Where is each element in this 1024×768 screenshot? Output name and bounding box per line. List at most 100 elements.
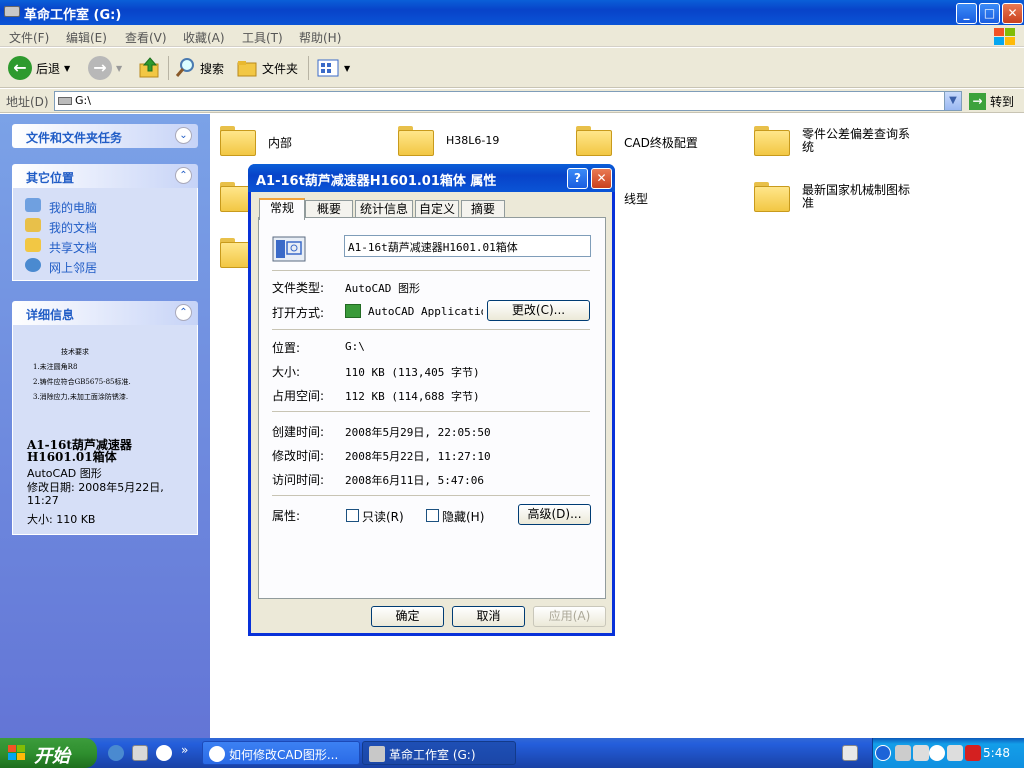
forward-button[interactable]: → ▼ <box>88 54 122 82</box>
folder-icon[interactable] <box>754 124 790 156</box>
maximize-button[interactable]: □ <box>979 3 1000 24</box>
file-item-name[interactable]: CAD终极配置 <box>624 134 698 151</box>
back-label: 后退 <box>36 61 61 76</box>
file-item-name[interactable]: 最新国家机械制图标准 <box>802 184 917 210</box>
place-link-network[interactable]: 网上邻居 <box>13 256 197 276</box>
readonly-label[interactable]: 只读(R) <box>362 508 404 525</box>
tab-statistics[interactable]: 统计信息 <box>355 200 413 218</box>
apply-button[interactable]: 应用(A) <box>533 606 606 627</box>
window-title: 革命工作室 (G:) <box>24 8 122 23</box>
left-task-pane: 文件和文件夹任务 ⌄ 其它位置 ⌃ 我的电脑 我的文档 共享文档 网上邻居 详细… <box>0 114 210 738</box>
details-header[interactable]: 详细信息 ⌃ <box>12 301 198 325</box>
collapse-chevron-icon[interactable]: ⌃ <box>175 167 192 184</box>
place-link-my-computer[interactable]: 我的电脑 <box>13 196 197 216</box>
attributes-label: 属性: <box>272 509 301 523</box>
ie-icon[interactable] <box>108 745 124 761</box>
file-type-label: 文件类型: <box>272 281 325 295</box>
go-arrow-icon[interactable]: → <box>969 93 986 110</box>
hidden-label[interactable]: 隐藏(H) <box>442 508 484 525</box>
hidden-checkbox[interactable] <box>426 509 439 522</box>
file-item-name[interactable]: 内部 <box>268 134 292 151</box>
filename-value: A1-16t葫芦减速器H1601.01箱体 <box>348 241 518 254</box>
dwg-file-icon <box>272 236 306 262</box>
search-button[interactable]: 搜索 <box>174 54 224 82</box>
media-player-icon[interactable] <box>156 745 172 761</box>
tab-abstract[interactable]: 摘要 <box>461 200 505 218</box>
folder-icon[interactable] <box>220 124 256 156</box>
start-button[interactable]: 开始 <box>0 738 97 768</box>
size-on-disk-label: 占用空间: <box>272 389 325 403</box>
created-label: 创建时间: <box>272 425 325 439</box>
notepad-icon[interactable] <box>132 745 148 761</box>
folder-icon[interactable] <box>754 180 790 212</box>
address-dropdown-button[interactable]: ▼ <box>944 92 961 110</box>
maxthon-tray-icon[interactable] <box>929 745 945 761</box>
taskbar-item-label: 革命工作室 (G:) <box>389 748 476 762</box>
menu-favorites[interactable]: 收藏(A) <box>183 29 225 46</box>
ok-button[interactable]: 确定 <box>371 606 444 627</box>
address-bar: 地址(D) G:\ ▼ → 转到 <box>0 89 1024 113</box>
address-input[interactable]: G:\ ▼ <box>54 91 962 111</box>
place-link-shared-documents[interactable]: 共享文档 <box>13 236 197 256</box>
collapse-chevron-icon[interactable]: ⌃ <box>175 304 192 321</box>
back-button[interactable]: ← 后退 ▼ <box>8 54 70 82</box>
forward-dropdown-icon[interactable]: ▼ <box>116 64 122 73</box>
tab-summary[interactable]: 概要 <box>305 200 353 218</box>
divider <box>272 270 590 271</box>
clock[interactable]: 5:48 <box>983 746 1010 760</box>
advanced-button[interactable]: 高级(D)... <box>518 504 591 525</box>
search-icon <box>175 58 194 77</box>
file-item-name[interactable]: 线型 <box>624 190 648 207</box>
up-folder-button[interactable] <box>138 54 162 82</box>
menu-edit[interactable]: 编辑(E) <box>66 29 107 46</box>
minimize-button[interactable]: _ <box>956 3 977 24</box>
keyboard-icon[interactable] <box>842 745 858 761</box>
filename-input[interactable]: A1-16t葫芦减速器H1601.01箱体 <box>344 235 591 257</box>
size-on-disk-value: 112 KB (114,688 字节) <box>345 390 480 403</box>
views-button[interactable]: ▼ <box>316 54 350 82</box>
forward-arrow-icon: → <box>88 56 112 80</box>
details-title: 详细信息 <box>26 308 75 322</box>
back-dropdown-icon[interactable]: ▼ <box>64 64 70 73</box>
taskbar-item[interactable]: 如何修改CAD图形... <box>202 741 360 765</box>
up-folder-icon <box>139 57 159 78</box>
quicklaunch-more-button[interactable]: » <box>181 743 188 757</box>
tasks-panel-header[interactable]: 文件和文件夹任务 ⌄ <box>12 124 198 148</box>
cancel-button[interactable]: 取消 <box>452 606 525 627</box>
change-button[interactable]: 更改(C)... <box>487 300 590 321</box>
taskbar-item-active[interactable]: 革命工作室 (G:) <box>362 741 516 765</box>
camera-icon[interactable] <box>895 745 911 761</box>
menu-file[interactable]: 文件(F) <box>9 29 49 46</box>
menu-tools[interactable]: 工具(T) <box>242 29 283 46</box>
dialog-close-button[interactable]: ✕ <box>591 168 612 189</box>
volume-icon[interactable] <box>947 745 963 761</box>
file-item-name[interactable]: 零件公差偏差查询系统 <box>802 128 917 154</box>
folders-button[interactable]: 文件夹 <box>236 54 298 82</box>
other-places-header[interactable]: 其它位置 ⌃ <box>12 164 198 188</box>
other-places-body: 我的电脑 我的文档 共享文档 网上邻居 <box>12 188 198 281</box>
detail-file-name: A1-16t葫芦减速器H1601.01箱体 <box>27 438 132 464</box>
expand-chevron-icon[interactable]: ⌄ <box>175 127 192 144</box>
folder-icon[interactable] <box>576 124 612 156</box>
dialog-title-bar[interactable]: A1-16t葫芦减速器H1601.01箱体 属性 ? ✕ <box>248 164 615 192</box>
views-dropdown-icon: ▼ <box>344 63 351 73</box>
windows-flag-icon <box>8 745 25 760</box>
menu-view[interactable]: 查看(V) <box>125 29 167 46</box>
tab-custom[interactable]: 自定义 <box>415 200 459 218</box>
search-label: 搜索 <box>200 61 225 76</box>
file-type-value: AutoCAD 图形 <box>345 282 420 295</box>
help-button[interactable]: ? <box>567 168 588 189</box>
tray-expand-icon[interactable] <box>875 745 891 761</box>
tab-general[interactable]: 常规 <box>259 198 305 220</box>
place-link-my-documents[interactable]: 我的文档 <box>13 216 197 236</box>
folder-icon[interactable] <box>398 124 434 156</box>
readonly-checkbox[interactable] <box>346 509 359 522</box>
go-button[interactable]: 转到 <box>990 93 1014 110</box>
menu-help[interactable]: 帮助(H) <box>299 29 341 46</box>
start-label: 开始 <box>34 746 70 767</box>
security-shield-icon[interactable] <box>965 745 981 761</box>
network-tray-icon[interactable] <box>913 745 929 761</box>
close-button[interactable]: ✕ <box>1002 3 1023 24</box>
file-item-name[interactable]: H38L6-19 <box>446 134 499 147</box>
taskbar: 开始 » 如何修改CAD图形... 革命工作室 (G:) 5:48 <box>0 738 1024 768</box>
